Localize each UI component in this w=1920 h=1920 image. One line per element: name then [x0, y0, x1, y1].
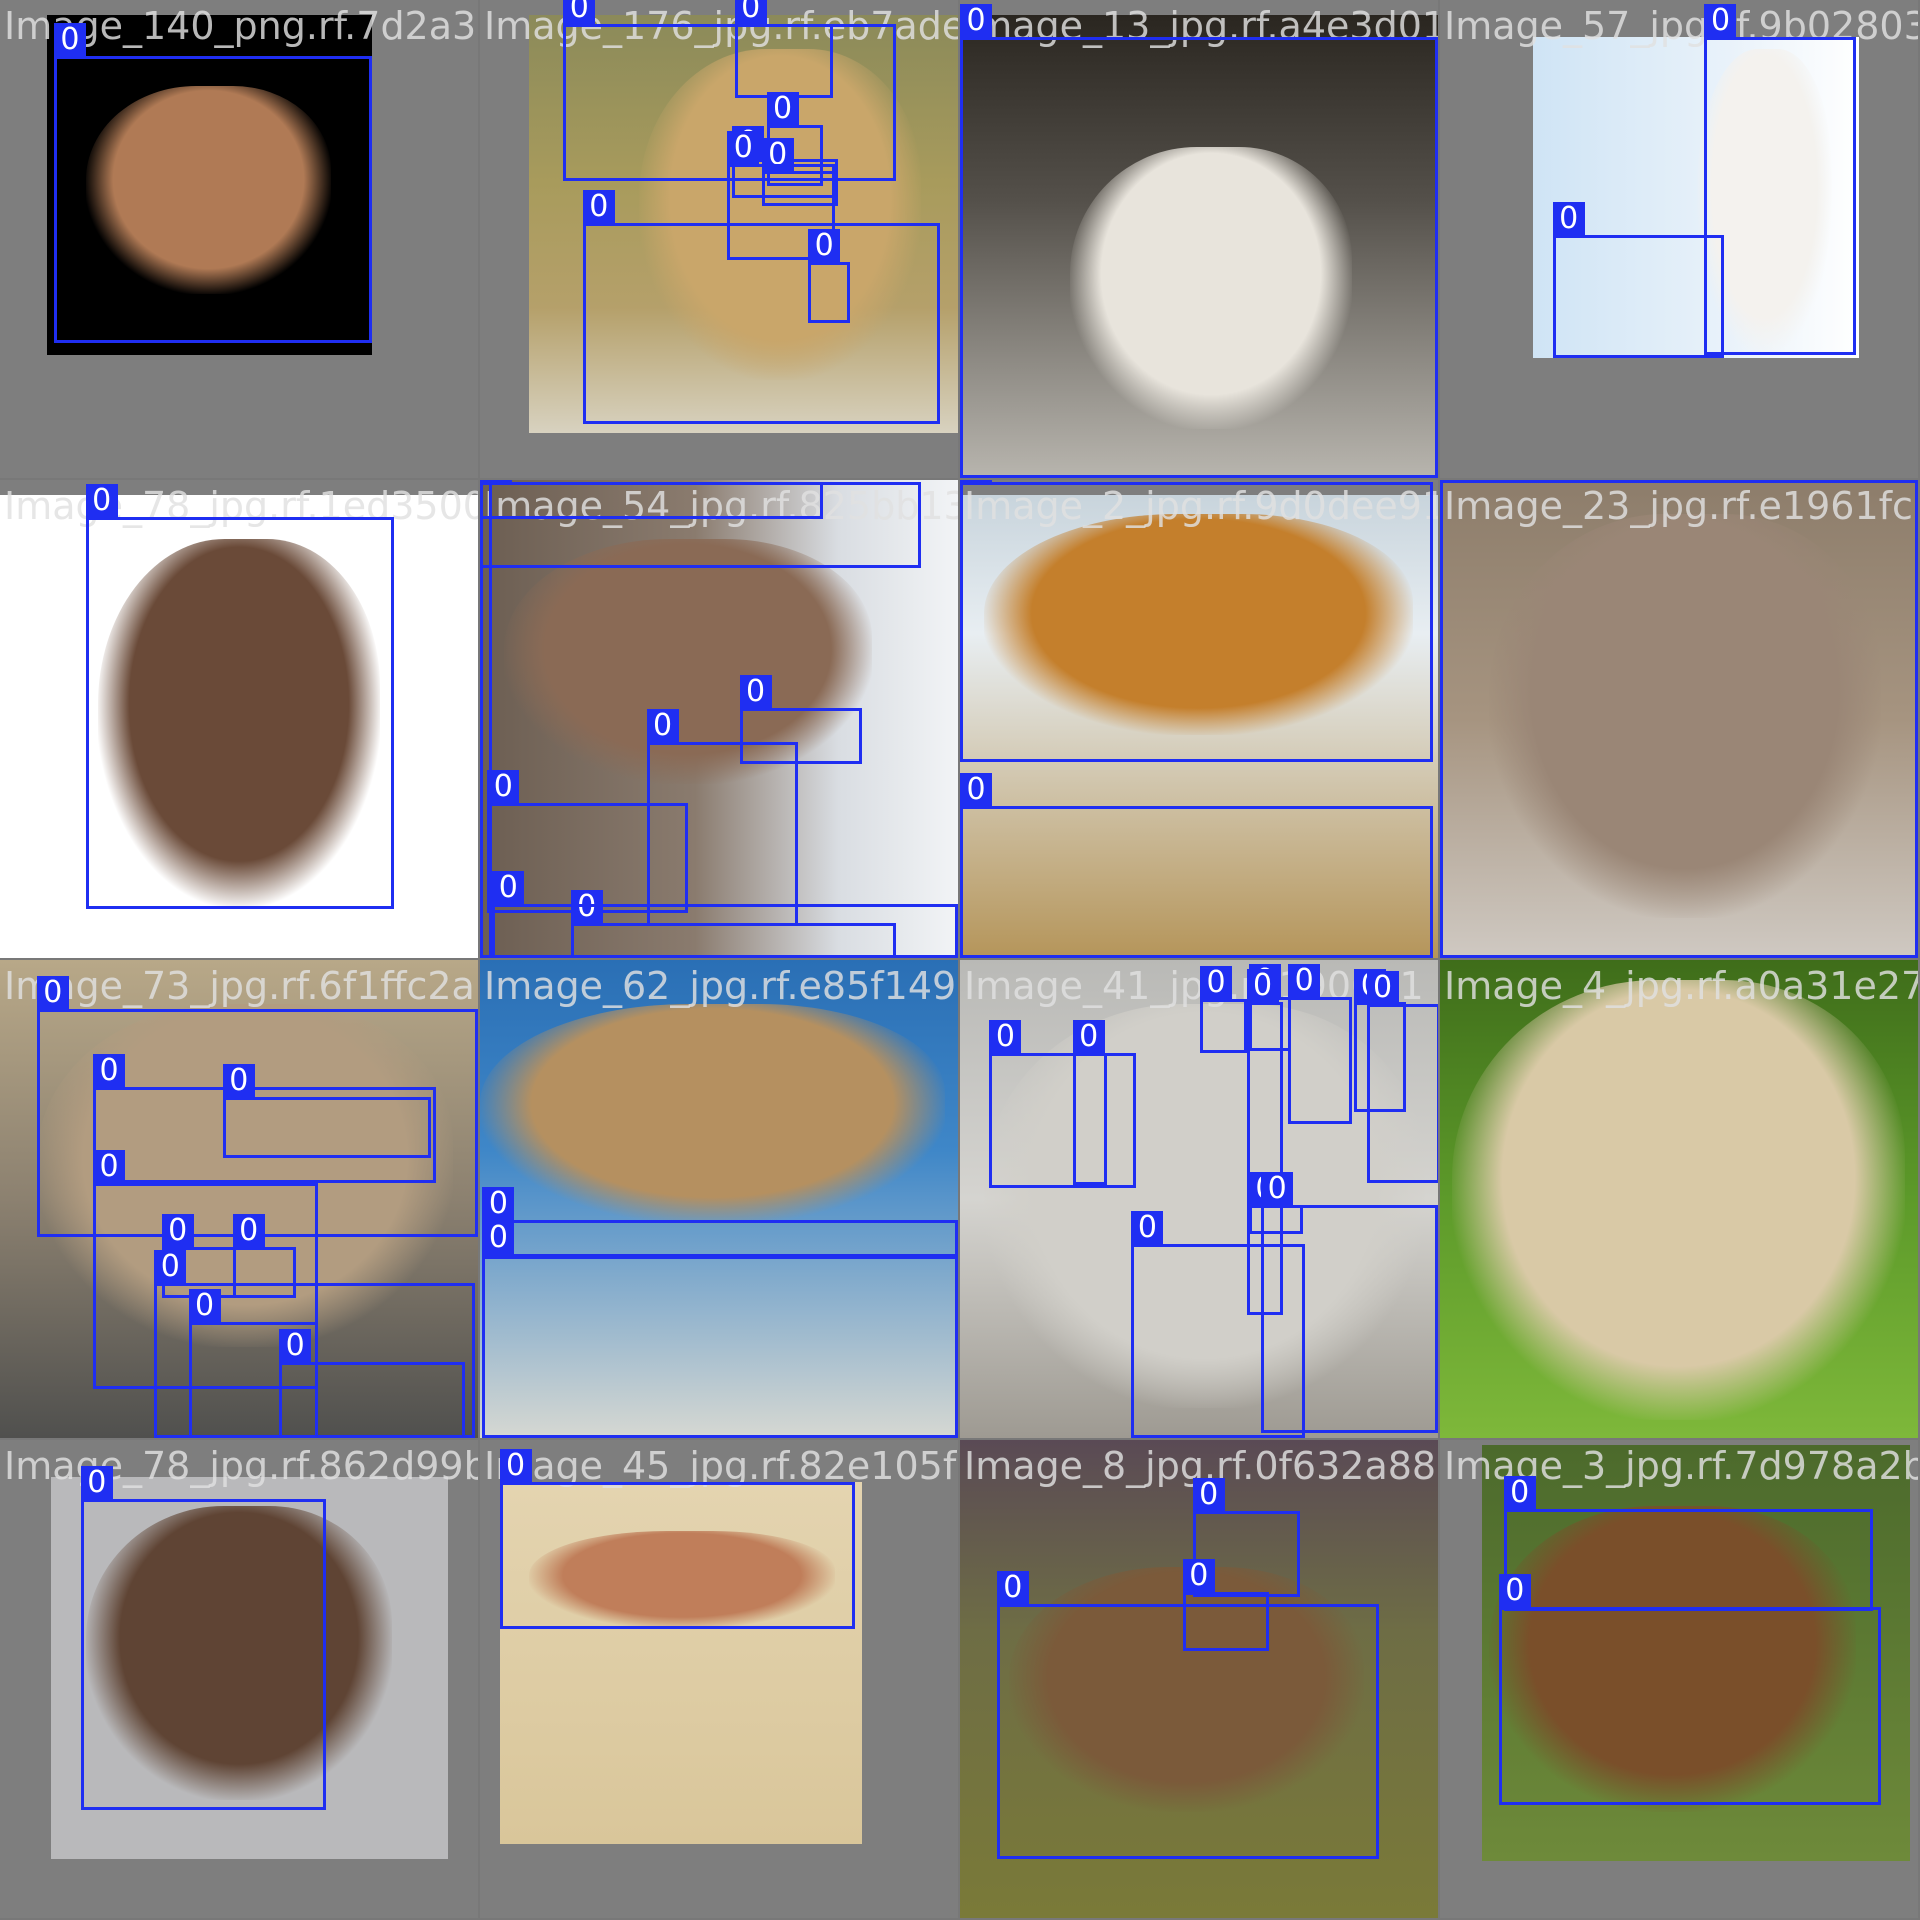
detection-box: 0: [480, 480, 823, 520]
mosaic-grid: Image_140_png.rf.7d2a332b 0 Image_176_jp…: [0, 0, 1920, 1920]
class-label: 0: [582, 189, 615, 224]
tile-6: Image_54_jpg.rf.825bb13f 00000000: [480, 480, 958, 958]
class-label: 0: [960, 480, 992, 484]
tile-15: Image_8_jpg.rf.0f632a88 000: [960, 1440, 1438, 1918]
class-label: 0: [996, 1571, 1029, 1606]
tile-4: Image_57_jpg.rf.9b0280369 00: [1440, 0, 1918, 478]
class-label: 0: [279, 1328, 312, 1363]
class-label: 0: [93, 1054, 126, 1089]
tile-2: Image_176_jpg.rf.eb7ade 00000000: [480, 0, 958, 478]
class-label: 0: [222, 1064, 255, 1099]
detection-box: 0: [499, 1448, 855, 1629]
detection-box: 0: [808, 229, 850, 324]
detection-box: 0: [53, 23, 373, 343]
tile-10: Image_62_jpg.rf.e85f149dd0 00: [480, 960, 958, 1438]
class-label: 0: [1200, 966, 1232, 1001]
detection-box: 0: [222, 1064, 431, 1159]
class-label: 0: [482, 1186, 515, 1221]
detection-box: 0: [996, 1571, 1379, 1859]
tile-3: Image_13_jpg.rf.a4e3d013 0: [960, 0, 1438, 478]
class-label: 0: [1288, 963, 1321, 998]
class-label: 0: [232, 1213, 265, 1248]
class-label: 0: [1503, 1475, 1536, 1510]
detection-box: 0: [482, 1186, 958, 1259]
tile-1: Image_140_png.rf.7d2a332b 0: [0, 0, 478, 478]
alpaca-photo: [1440, 960, 1918, 1438]
class-label: 0: [727, 131, 760, 166]
detection-box: 0: [960, 480, 1433, 762]
class-label: 0: [989, 1020, 1022, 1055]
class-label: 0: [1131, 1211, 1164, 1246]
detection-box: 0: [1072, 1020, 1107, 1186]
tile-14: Image_45_jpg.rf.82e105fed 0: [480, 1440, 958, 1918]
tile-8: Image_23_jpg.rf.e1961fc518 0: [1440, 480, 1918, 958]
detection-box: 0: [1440, 480, 1918, 958]
class-label: 0: [85, 483, 118, 518]
class-label: 0: [1366, 971, 1399, 1006]
detection-box: 0: [1261, 1171, 1438, 1433]
detection-box: 0: [582, 189, 941, 424]
detection-box: 0: [1498, 1573, 1881, 1805]
detection-box: 0: [482, 1220, 958, 1438]
tile-13: Image_78_jpg.rf.862d99bb3 0: [0, 1440, 478, 1918]
detection-box: 0: [989, 1020, 1137, 1188]
class-label: 0: [1261, 1171, 1294, 1206]
class-label: 0: [1182, 1558, 1215, 1593]
class-label: 0: [53, 23, 86, 58]
tile-5: Image_78_jpg.rf.1ed35007d 0: [0, 480, 478, 958]
detection-box: 0: [1503, 1475, 1874, 1612]
class-label: 0: [1246, 968, 1279, 1003]
class-label: 0: [80, 1465, 113, 1500]
class-label: 0: [1552, 202, 1585, 237]
class-label: 0: [492, 870, 525, 905]
class-label: 0: [188, 1289, 221, 1324]
tile-11: Image_41_jpg.rf.190051 00000000000: [960, 960, 1438, 1438]
detection-box: 0: [1366, 971, 1438, 1183]
detection-box: 0: [85, 483, 395, 909]
detection-box: 0: [1288, 963, 1352, 1125]
alpaca-figure: [480, 1004, 946, 1225]
tile-16: Image_3_jpg.rf.7d978a2b3 00: [1440, 1440, 1918, 1918]
tile-12: Image_4_jpg.rf.a0a31e27c4: [1440, 960, 1918, 1438]
class-label: 0: [563, 0, 596, 26]
class-label: 0: [1498, 1573, 1531, 1608]
detection-box: 0: [1704, 3, 1857, 356]
alpaca-figure: [1452, 979, 1906, 1421]
class-label: 0: [154, 1250, 187, 1285]
class-label: 0: [960, 772, 992, 807]
detection-box: 0: [960, 772, 1433, 958]
class-label: 0: [1704, 3, 1737, 38]
detection-box: 0: [960, 3, 1438, 478]
tile-filename: Image_73_jpg.rf.6f1ffc2a155: [4, 964, 478, 1008]
class-label: 0: [480, 480, 512, 481]
detection-box: 0: [1200, 966, 1247, 1054]
class-label: 0: [739, 674, 772, 709]
class-label: 0: [161, 1213, 194, 1248]
detection-box: 0: [279, 1328, 466, 1438]
class-label: 0: [1192, 1478, 1225, 1513]
tile-filename: Image_62_jpg.rf.e85f149dd0: [484, 964, 958, 1008]
class-label: 0: [646, 709, 679, 744]
class-label: 0: [808, 229, 841, 264]
class-label: 0: [93, 1149, 126, 1184]
detection-box: 0: [1552, 202, 1725, 358]
tile-filename: Image_78_jpg.rf.862d99bb3: [4, 1444, 478, 1488]
tile-9: Image_73_jpg.rf.6f1ffc2a155 000000000: [0, 960, 478, 1438]
tile-7: Image_2_jpg.rf.9d0dee91 00: [960, 480, 1438, 958]
detection-box: 0: [492, 870, 958, 958]
class-label: 0: [1072, 1020, 1105, 1055]
tile-filename: Image_4_jpg.rf.a0a31e27c4: [1444, 964, 1918, 1008]
class-label: 0: [734, 0, 767, 26]
detection-box: 0: [734, 0, 833, 98]
class-label: 0: [482, 1220, 515, 1255]
class-label: 0: [1440, 480, 1472, 481]
class-label: 0: [960, 3, 992, 38]
class-label: 0: [36, 975, 69, 1010]
class-label: 0: [766, 91, 799, 126]
detection-box: 0: [480, 480, 512, 958]
detection-box: 0: [80, 1465, 326, 1810]
class-label: 0: [499, 1448, 532, 1483]
